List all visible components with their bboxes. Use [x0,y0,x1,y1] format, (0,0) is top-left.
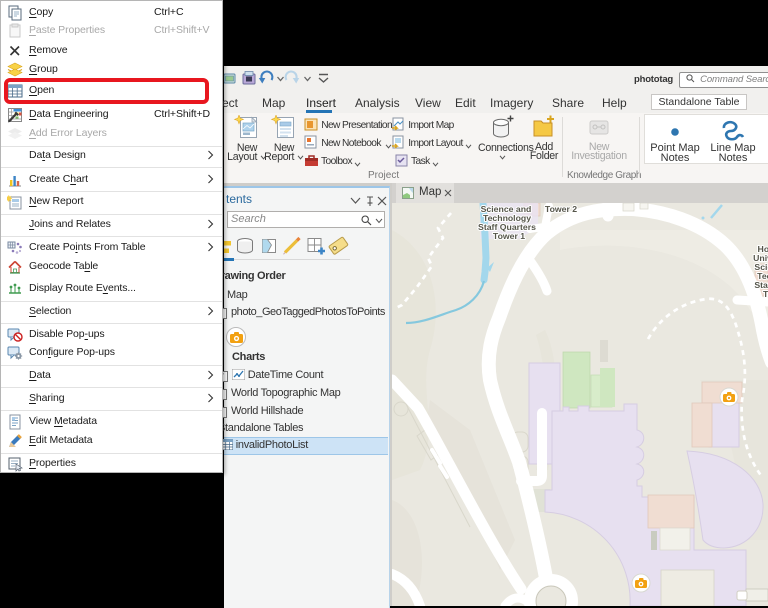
svg-text:Tower 2: Tower 2 [545,204,577,214]
svg-text:To: To [763,289,768,299]
svg-text:Tower 1: Tower 1 [493,231,525,241]
